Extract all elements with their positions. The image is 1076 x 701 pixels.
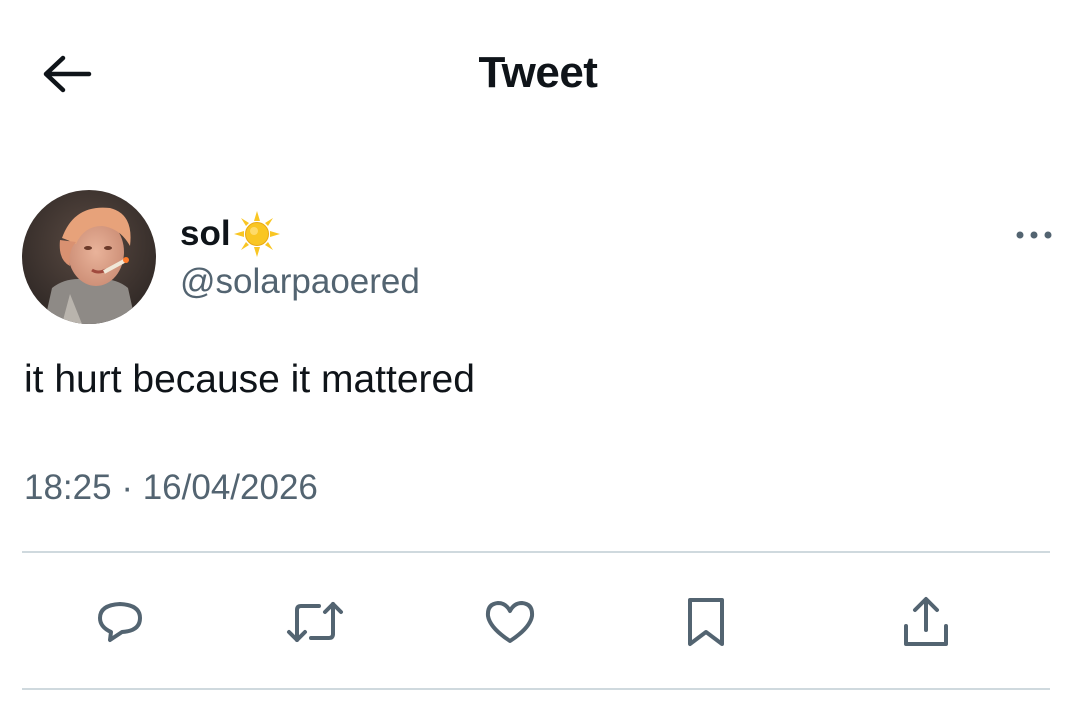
reply-button[interactable] [88,590,152,654]
share-button[interactable] [894,590,958,654]
tweet-time: 18:25 [24,468,112,507]
bookmark-button[interactable] [674,590,738,654]
heart-icon [482,594,538,650]
retweet-button[interactable] [283,590,347,654]
like-button[interactable] [478,590,542,654]
divider [22,551,1050,553]
divider [22,688,1050,690]
avatar[interactable] [22,190,156,324]
action-bar [0,590,1076,654]
header-bar: Tweet [0,0,1076,150]
retweet-icon [283,594,347,650]
page-title: Tweet [478,48,598,97]
bookmark-icon [678,594,734,650]
tweet-timestamp[interactable]: 18:25 · 16/04/2026 [24,468,318,508]
author-handle[interactable]: @solarpaoered [180,262,420,302]
author-display-name[interactable]: sol [180,210,282,258]
reply-icon [92,594,148,650]
author-name-text: sol [180,214,231,253]
tweet-date: 16/04/2026 [142,468,318,507]
sun-emoji-icon [232,209,282,259]
tweet-text: it hurt because it mattered [24,358,475,401]
more-options-button[interactable] [1008,220,1060,250]
share-icon [898,594,954,650]
more-dots-icon [1014,230,1054,240]
timestamp-separator: · [121,468,133,507]
